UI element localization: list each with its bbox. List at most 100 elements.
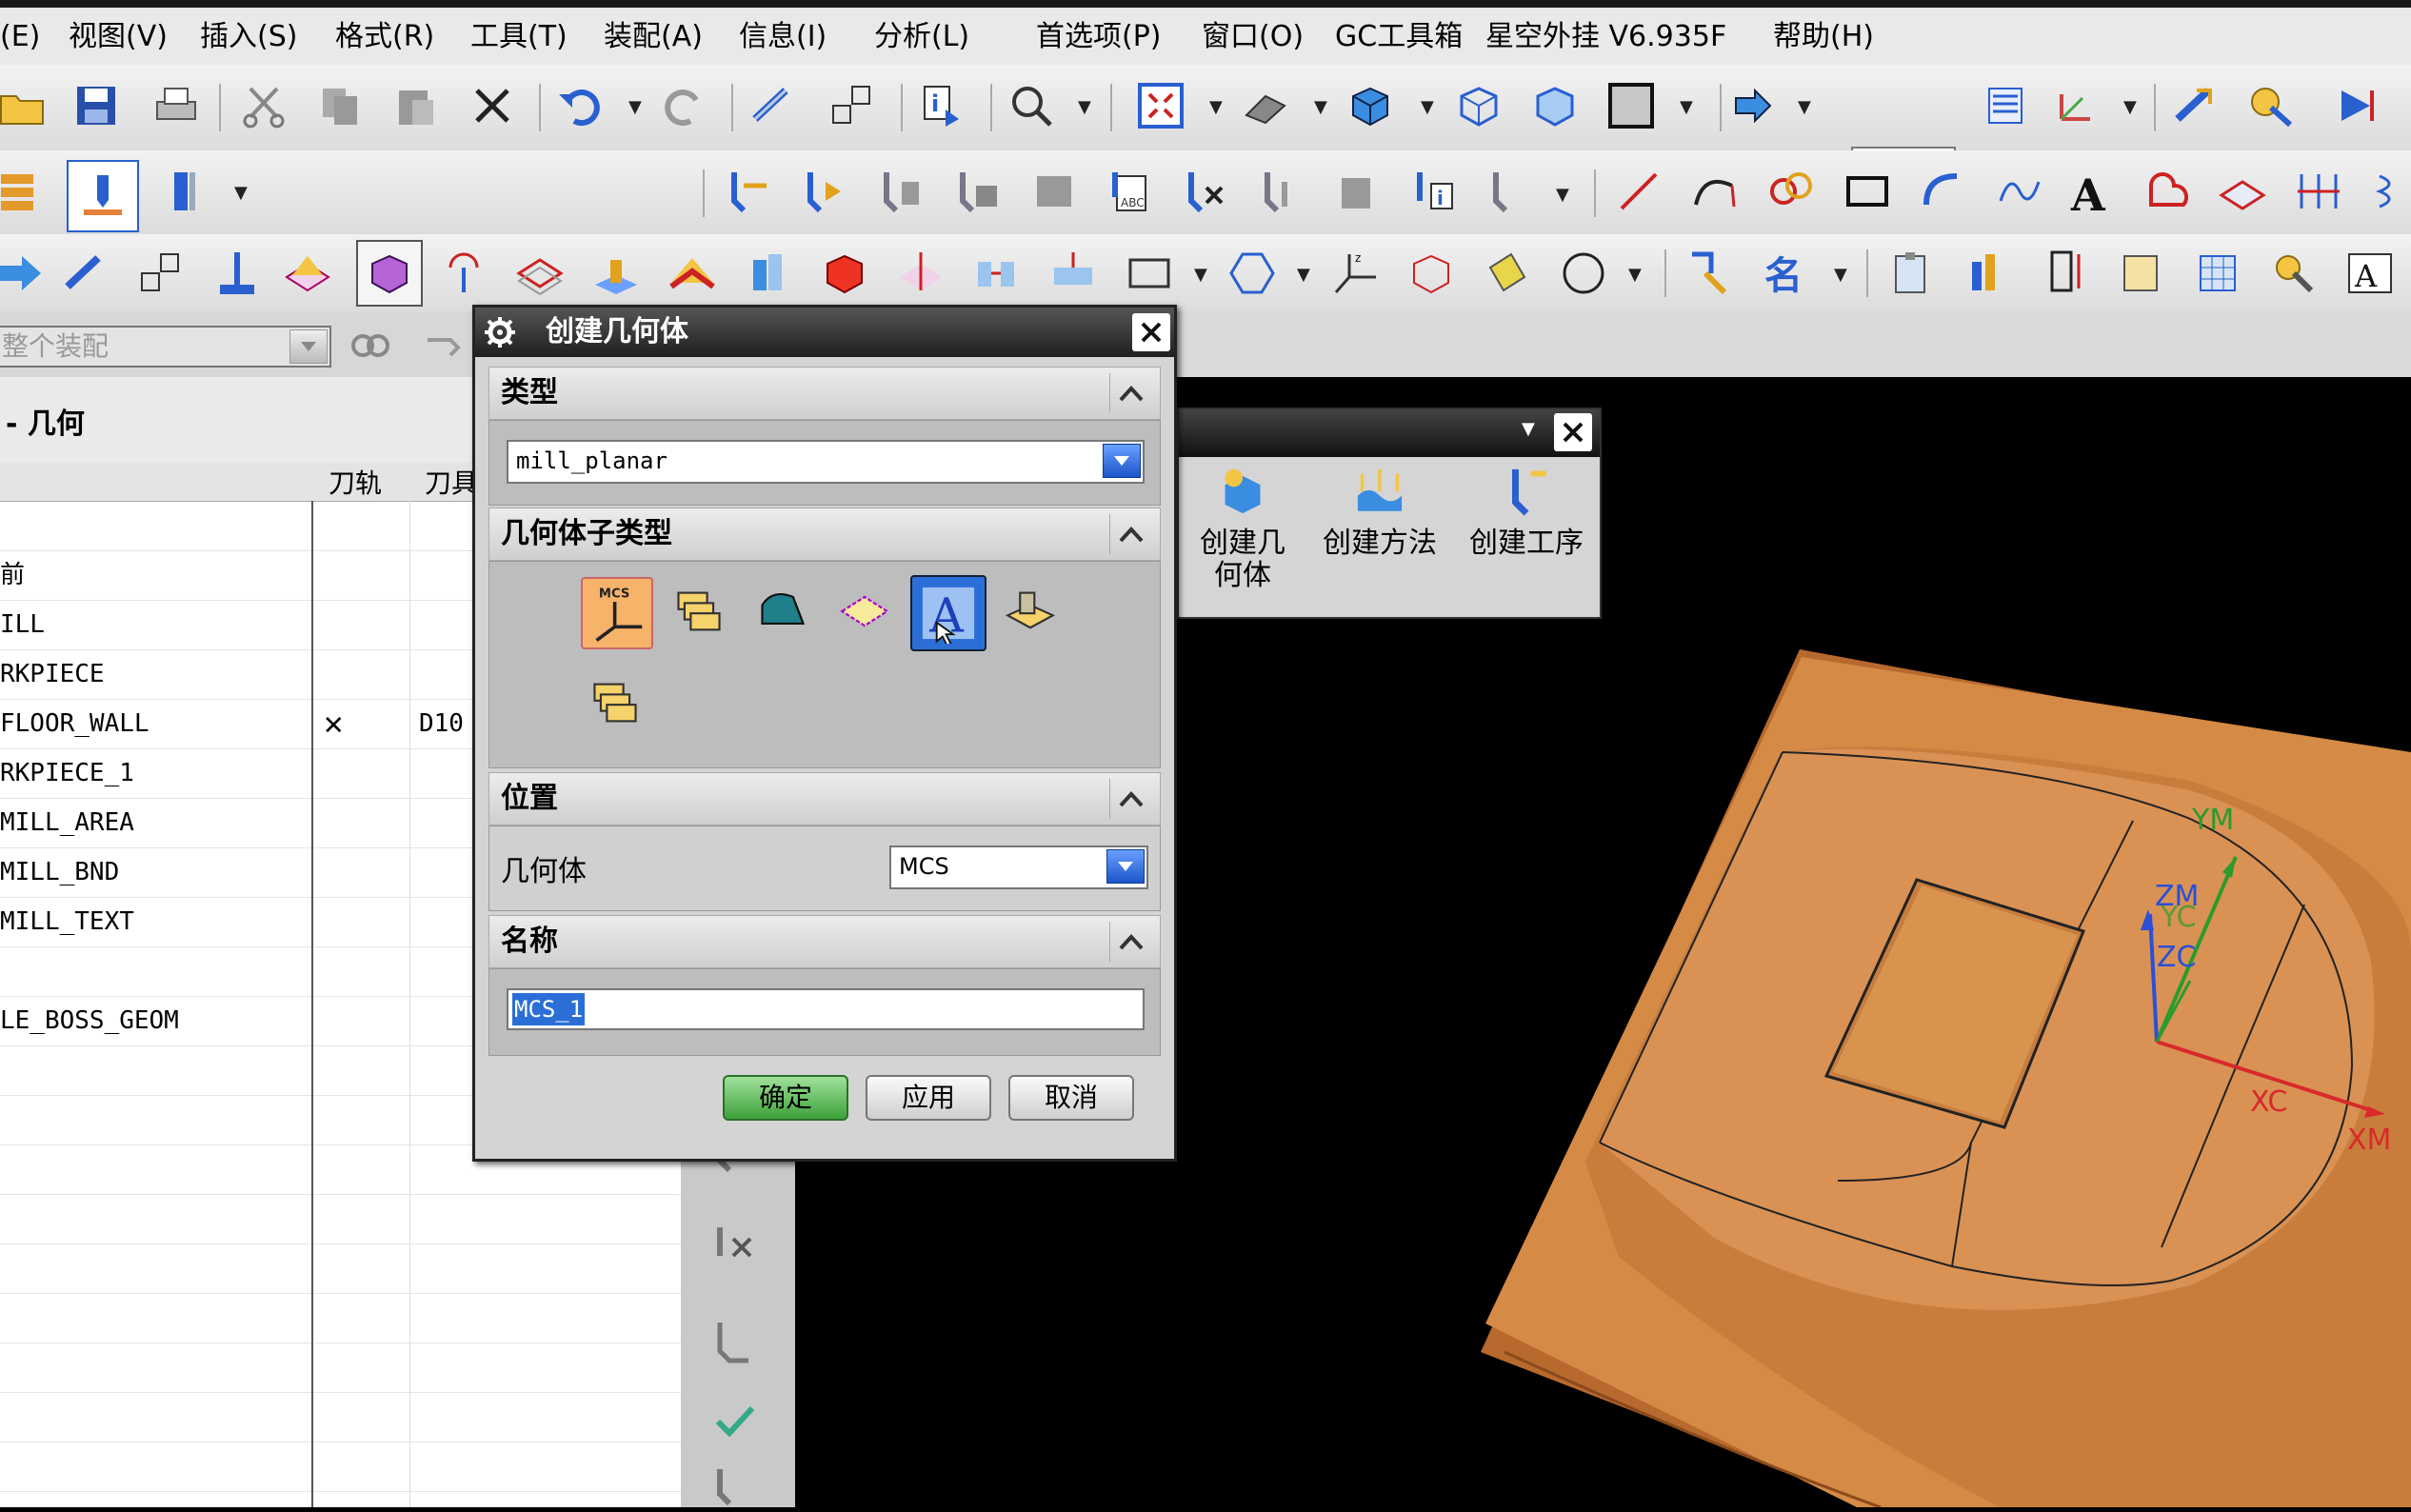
verify-toolpath-icon[interactable] xyxy=(950,164,1006,219)
datum-icon[interactable] xyxy=(209,246,265,301)
shaded-view-icon[interactable] xyxy=(1343,78,1398,133)
workpiece-subtype-button[interactable] xyxy=(665,577,733,646)
gear-icon[interactable] xyxy=(483,315,517,353)
work-coordinate-icon[interactable] xyxy=(280,246,335,301)
boss-icon[interactable] xyxy=(588,246,644,301)
mill-geom-subtype-button[interactable] xyxy=(581,668,649,737)
transform-icon[interactable] xyxy=(745,78,800,133)
close-icon[interactable] xyxy=(1132,313,1170,351)
intersect-curve-icon[interactable] xyxy=(2291,164,2346,219)
report-icon[interactable] xyxy=(2114,246,2169,301)
chevron-up-icon[interactable] xyxy=(1109,514,1152,554)
offset-curve-icon[interactable] xyxy=(2139,164,2194,219)
split-body-icon[interactable] xyxy=(893,246,948,301)
chevron-down-icon[interactable]: ▼ xyxy=(1522,419,1535,439)
create-geometry-button[interactable]: 创建几何体 xyxy=(1171,463,1314,606)
work-layer-icon[interactable] xyxy=(1727,78,1783,133)
close-icon[interactable] xyxy=(1554,413,1592,451)
play-icon[interactable] xyxy=(2331,78,2386,133)
column-tool[interactable]: 刀具 xyxy=(425,463,478,501)
assembly-filter-icon[interactable] xyxy=(343,318,398,373)
section-subtype-header[interactable]: 几何体子类型 xyxy=(488,507,1161,561)
section-type-header[interactable]: 类型 xyxy=(488,367,1161,420)
wcs-icon[interactable] xyxy=(2049,78,2104,133)
feed-rate-icon[interactable] xyxy=(1484,164,1539,219)
cylinder-icon[interactable] xyxy=(741,246,796,301)
fit-view-icon[interactable] xyxy=(1133,78,1188,133)
section-name-header[interactable]: 名称 xyxy=(488,915,1161,968)
create-operation-button[interactable]: 创建工序 xyxy=(1455,463,1598,606)
menu-assembly[interactable]: 装配(A) xyxy=(604,13,703,61)
copy-icon[interactable] xyxy=(312,78,368,133)
apply-button[interactable]: 应用 xyxy=(866,1075,991,1121)
layers-icon[interactable] xyxy=(665,246,720,301)
mcs-subtype-button[interactable]: MCS xyxy=(581,577,653,649)
machine-tool-icon[interactable] xyxy=(162,164,217,219)
fillet-icon[interactable] xyxy=(1916,164,1971,219)
menu-insert[interactable]: 插入(S) xyxy=(200,13,297,61)
type-select[interactable]: mill_planar xyxy=(507,440,1145,484)
zoom-icon[interactable] xyxy=(1004,78,1059,133)
ok-button[interactable]: 确定 xyxy=(723,1075,848,1121)
extract-curve-icon[interactable] xyxy=(2367,164,2411,219)
rotate-icon[interactable] xyxy=(436,246,491,301)
generate-toolpath-icon[interactable] xyxy=(722,164,777,219)
operation-navigator-icon[interactable] xyxy=(0,164,50,219)
cut-icon[interactable] xyxy=(236,78,291,133)
spreadsheet-icon[interactable] xyxy=(2190,246,2245,301)
mill-area-subtype-button[interactable] xyxy=(748,577,817,646)
menu-analysis[interactable]: 分析(L) xyxy=(874,13,969,61)
bars-icon[interactable] xyxy=(1962,246,2017,301)
delete-icon[interactable] xyxy=(465,78,520,133)
postprocess-icon[interactable] xyxy=(1255,164,1310,219)
block-icon[interactable] xyxy=(356,240,423,307)
mill-boundary-subtype-button[interactable] xyxy=(830,577,899,646)
light-icon[interactable] xyxy=(1480,246,1535,301)
layer-settings-icon[interactable] xyxy=(1979,78,2034,133)
delete-path-icon[interactable] xyxy=(707,1219,763,1274)
render-style-icon[interactable] xyxy=(1238,78,1293,133)
manufacturing-icon[interactable] xyxy=(67,160,139,232)
edit-object-icon[interactable] xyxy=(2167,78,2222,133)
menu-tools[interactable]: 工具(T) xyxy=(470,13,568,61)
verify-icon[interactable] xyxy=(707,1457,763,1512)
menu-xingkong[interactable]: 星空外挂 V6.935F xyxy=(1485,13,1726,61)
circle-outline-icon[interactable] xyxy=(1556,246,1611,301)
rename-icon[interactable]: 名 xyxy=(1760,246,1815,301)
replay-toolpath-icon[interactable] xyxy=(798,164,853,219)
csys-icon[interactable]: z xyxy=(1327,246,1383,301)
pattern-icon[interactable] xyxy=(969,246,1025,301)
line-icon[interactable] xyxy=(1611,164,1666,219)
menu-format[interactable]: 格式(R) xyxy=(335,13,434,61)
cube-red-icon[interactable] xyxy=(817,246,872,301)
menu-help[interactable]: 帮助(H) xyxy=(1773,13,1874,61)
geometry-parent-select[interactable]: MCS xyxy=(889,846,1148,889)
hidden-edges-icon[interactable] xyxy=(1527,78,1583,133)
rectangle-sketch-icon[interactable] xyxy=(1122,246,1177,301)
edit-display-icon[interactable] xyxy=(2243,78,2299,133)
edit-tool-icon[interactable] xyxy=(57,246,112,301)
move-object-icon[interactable] xyxy=(825,78,880,133)
information-icon[interactable]: i xyxy=(914,78,969,133)
simulate-machine-icon[interactable] xyxy=(1026,164,1082,219)
menu-edit[interactable]: (E) xyxy=(0,13,40,61)
background-icon[interactable] xyxy=(1604,78,1659,133)
cancel-button[interactable]: 取消 xyxy=(1008,1075,1134,1121)
menu-gc-toolbox[interactable]: GC工具箱 xyxy=(1335,13,1463,61)
hide-icon[interactable] xyxy=(1404,246,1459,301)
shop-doc-icon[interactable]: ABC xyxy=(1103,164,1158,219)
circle-icon[interactable] xyxy=(1763,164,1819,219)
selection-scope-select[interactable]: 整个装配 xyxy=(0,326,331,368)
output-cls-icon[interactable] xyxy=(1331,164,1386,219)
paste-icon[interactable] xyxy=(389,78,444,133)
chevron-up-icon[interactable] xyxy=(1109,373,1152,413)
spline-icon[interactable] xyxy=(1992,164,2047,219)
menu-window[interactable]: 窗口(O) xyxy=(1202,13,1304,61)
mill-text-subtype-button[interactable]: A xyxy=(910,575,986,651)
name-input[interactable]: MCS_1 xyxy=(507,988,1145,1030)
delete-toolpath-icon[interactable] xyxy=(1179,164,1234,219)
text-icon[interactable]: A xyxy=(2062,164,2118,219)
section-position-header[interactable]: 位置 xyxy=(488,772,1161,826)
chevron-up-icon[interactable] xyxy=(1109,922,1152,962)
measure-icon[interactable] xyxy=(2038,246,2093,301)
